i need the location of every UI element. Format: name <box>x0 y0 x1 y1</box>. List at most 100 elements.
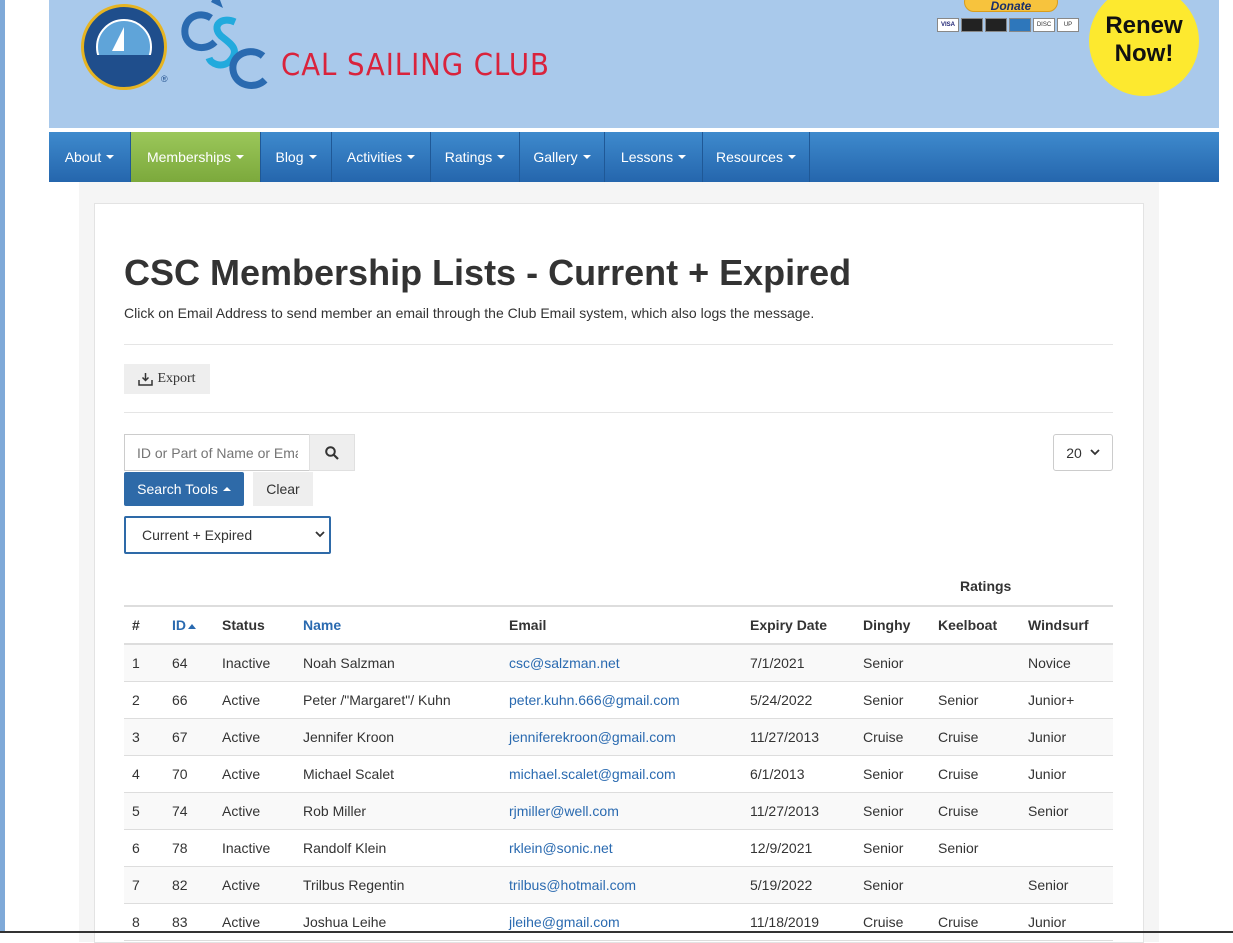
sort-up-icon <box>188 623 196 629</box>
nav-lessons[interactable]: Lessons <box>605 132 703 182</box>
col-name[interactable]: Name <box>295 605 501 645</box>
email-link[interactable]: michael.scalet@gmail.com <box>509 766 676 782</box>
cell-keelboat <box>930 866 1020 904</box>
cell-email: peter.kuhn.666@gmail.com <box>501 681 742 719</box>
cell-dinghy: Senior <box>855 644 930 682</box>
cell-id: 70 <box>164 755 214 793</box>
export-button[interactable]: Export <box>124 364 210 394</box>
cell-email: trilbus@hotmail.com <box>501 866 742 904</box>
cell-name: Peter /"Margaret"/ Kuhn <box>295 681 501 719</box>
nav-gallery-label: Gallery <box>533 149 578 165</box>
col-id-label: ID <box>172 617 186 633</box>
cell-status: Active <box>214 866 295 904</box>
table-row: 1 64 Inactive Noah Salzman csc@salzman.n… <box>124 644 1113 682</box>
chevron-down-icon <box>315 531 325 538</box>
cell-name: Trilbus Regentin <box>295 866 501 904</box>
nav-about[interactable]: About <box>49 132 131 182</box>
cell-windsurf <box>1020 829 1113 867</box>
cell-status: Active <box>214 903 295 941</box>
clear-button[interactable]: Clear <box>253 472 313 506</box>
cell-keelboat: Cruise <box>930 792 1020 830</box>
state-parks-seal-logo[interactable] <box>81 4 167 90</box>
membership-filter-select[interactable]: Current + Expired <box>124 516 331 554</box>
nav-memberships[interactable]: Memberships <box>131 132 261 182</box>
cell-email: jenniferekroon@gmail.com <box>501 718 742 756</box>
cell-expiry: 11/27/2013 <box>742 718 855 756</box>
nav-gallery[interactable]: Gallery <box>520 132 605 182</box>
cell-keelboat <box>930 644 1020 682</box>
registered-mark: ® <box>161 74 168 84</box>
renew-now-badge[interactable]: Renew Now! <box>1089 0 1199 96</box>
csc-logo[interactable] <box>177 0 273 96</box>
cell-email: csc@salzman.net <box>501 644 742 682</box>
col-email: Email <box>501 605 742 645</box>
col-name-label: Name <box>303 617 342 633</box>
cell-id: 66 <box>164 681 214 719</box>
nav-activities[interactable]: Activities <box>332 132 431 182</box>
membership-filter-value: Current + Expired <box>142 527 253 543</box>
nav-blog-label: Blog <box>275 149 304 165</box>
ratings-group-header: Ratings <box>960 578 1012 594</box>
cell-name: Noah Salzman <box>295 644 501 682</box>
caret-down-icon <box>497 155 506 159</box>
chevron-down-icon <box>1090 449 1100 456</box>
donate-button[interactable]: Donate <box>964 0 1058 13</box>
cell-dinghy: Senior <box>855 829 930 867</box>
payment-cards: VISA DISC UP <box>937 18 1079 32</box>
cell-expiry: 7/1/2021 <box>742 644 855 682</box>
caret-down-icon <box>407 155 416 159</box>
cell-expiry: 5/19/2022 <box>742 866 855 904</box>
cell-keelboat: Cruise <box>930 718 1020 756</box>
col-id[interactable]: ID <box>164 605 214 645</box>
left-edge-strip <box>0 0 5 933</box>
email-link[interactable]: jenniferekroon@gmail.com <box>509 729 676 745</box>
email-link[interactable]: rjmiller@well.com <box>509 803 619 819</box>
table-header-row: # ID Status Name Email Expiry Date Dingh… <box>124 605 1113 645</box>
cell-name: Jennifer Kroon <box>295 718 501 756</box>
site-header: ® CAL SAILING CLUB Donate VISA DISC UP R… <box>49 0 1219 128</box>
cell-id: 67 <box>164 718 214 756</box>
email-link[interactable]: trilbus@hotmail.com <box>509 877 636 893</box>
cell-windsurf: Junior <box>1020 718 1113 756</box>
divider <box>124 412 1113 413</box>
email-link[interactable]: peter.kuhn.666@gmail.com <box>509 692 680 708</box>
email-link[interactable]: jleihe@gmail.com <box>509 914 620 930</box>
cell-email: rjmiller@well.com <box>501 792 742 830</box>
cell-windsurf: Senior <box>1020 792 1113 830</box>
page-size-select[interactable]: 20 <box>1053 434 1113 471</box>
email-link[interactable]: rklein@sonic.net <box>509 840 613 856</box>
cell-windsurf: Senior <box>1020 866 1113 904</box>
col-keelboat: Keelboat <box>930 605 1020 645</box>
nav-lessons-label: Lessons <box>620 149 674 165</box>
email-link[interactable]: csc@salzman.net <box>509 655 620 671</box>
cell-expiry: 6/1/2013 <box>742 755 855 793</box>
cell-keelboat: Cruise <box>930 755 1020 793</box>
table-row: 7 82 Active Trilbus Regentin trilbus@hot… <box>124 866 1113 904</box>
renew-line-1: Renew <box>1105 12 1183 39</box>
cell-id: 64 <box>164 644 214 682</box>
nav-blog[interactable]: Blog <box>261 132 332 182</box>
cell-dinghy: Senior <box>855 866 930 904</box>
renew-line-2: Now! <box>1114 40 1174 67</box>
caret-down-icon <box>787 155 796 159</box>
divider <box>124 344 1113 345</box>
nav-about-label: About <box>64 149 102 165</box>
table-row: 3 67 Active Jennifer Kroon jenniferekroo… <box>124 718 1113 756</box>
search-button[interactable] <box>309 434 355 471</box>
nav-resources[interactable]: Resources <box>703 132 810 182</box>
nav-ratings[interactable]: Ratings <box>431 132 520 182</box>
discover-card-icon: DISC <box>1033 18 1055 32</box>
search-tools-button[interactable]: Search Tools <box>124 472 244 506</box>
export-label: Export <box>157 371 196 386</box>
cell-number: 5 <box>124 792 164 830</box>
maestro-card-icon <box>985 18 1007 32</box>
search-icon <box>325 445 339 460</box>
cell-name: Joshua Leihe <box>295 903 501 941</box>
search-input[interactable] <box>124 434 310 471</box>
nav-ratings-label: Ratings <box>444 149 493 165</box>
cell-expiry: 5/24/2022 <box>742 681 855 719</box>
caret-down-icon <box>678 155 687 159</box>
cell-dinghy: Cruise <box>855 903 930 941</box>
download-icon <box>138 372 154 386</box>
table-row: 5 74 Active Rob Miller rjmiller@well.com… <box>124 792 1113 830</box>
